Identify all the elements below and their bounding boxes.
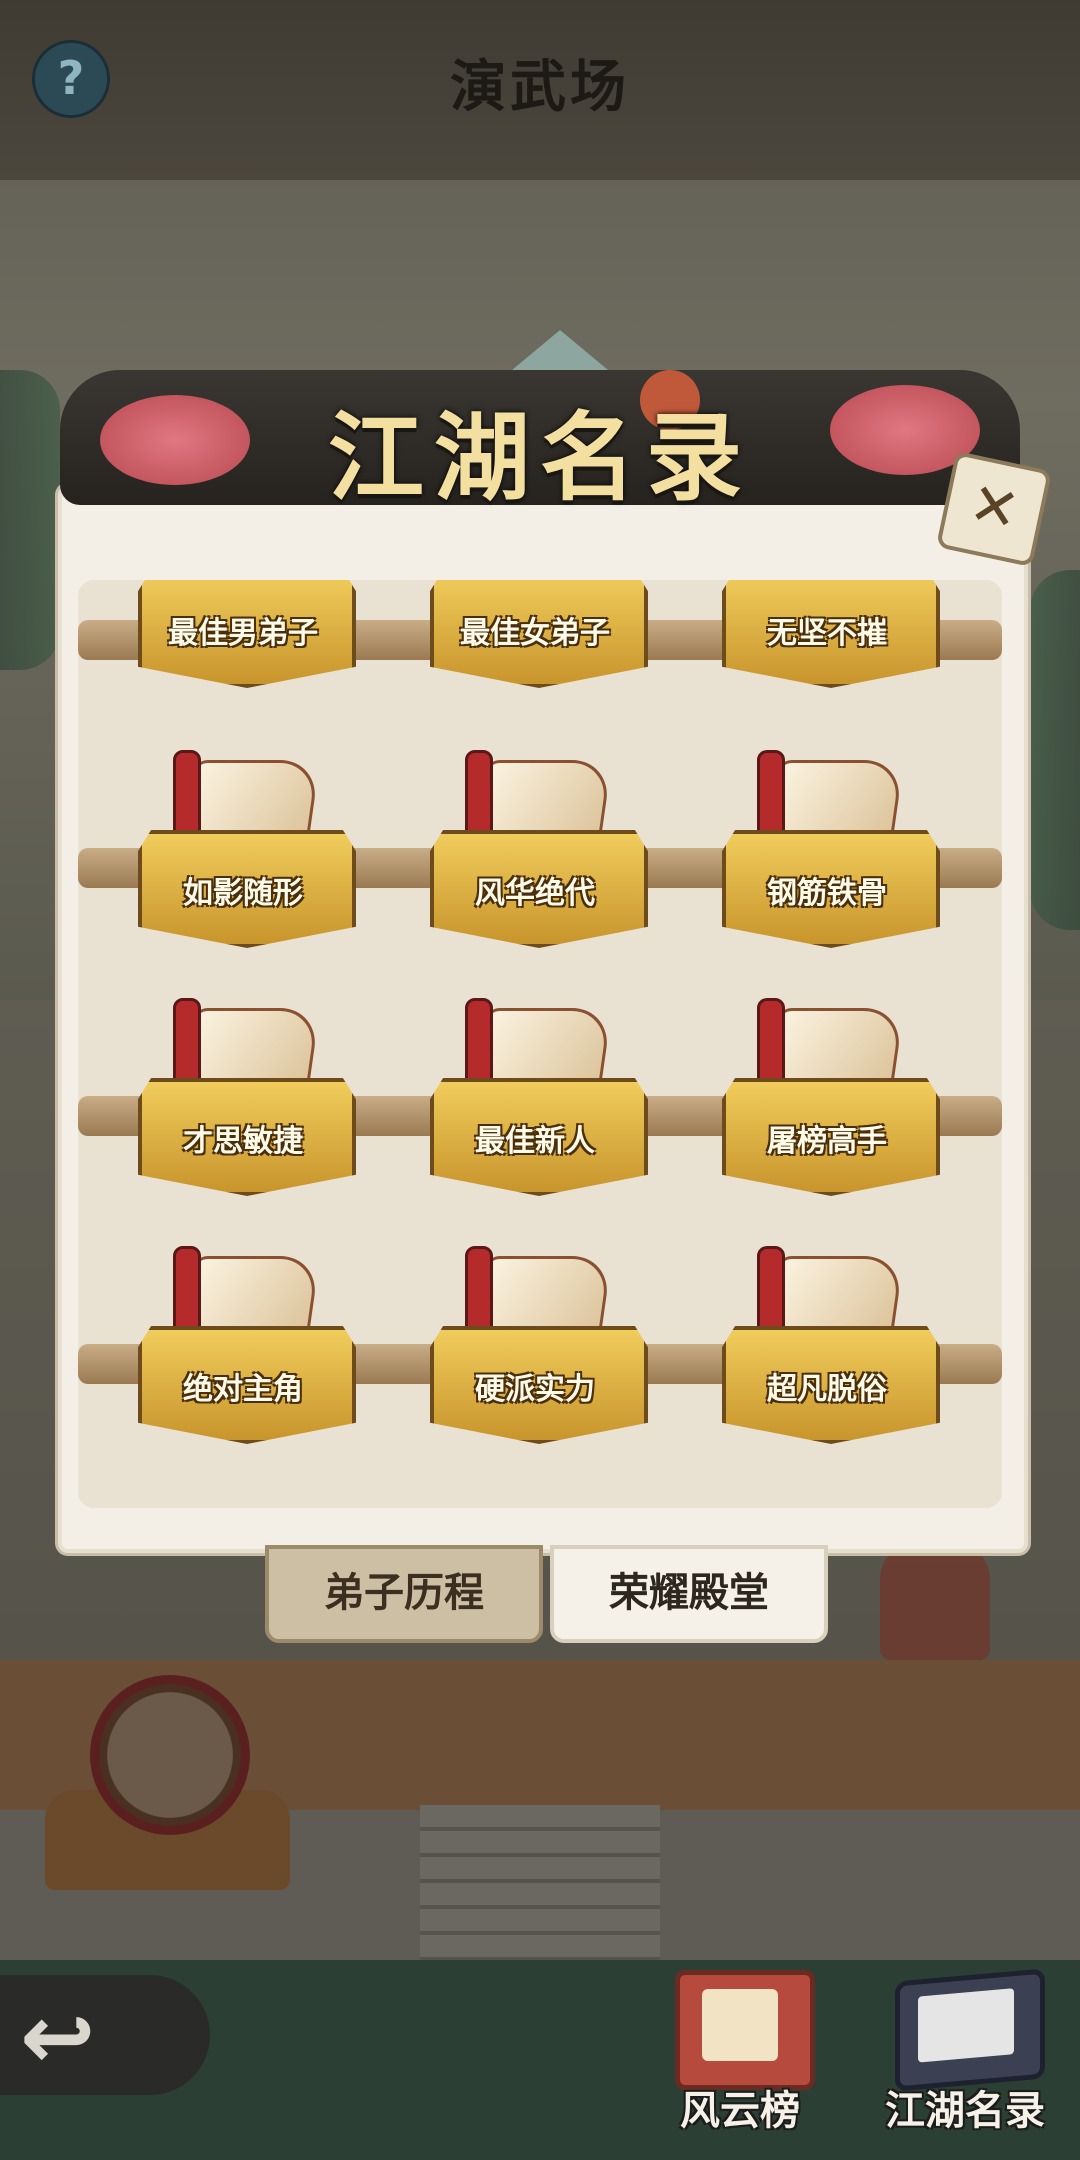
background-plant-right <box>1030 570 1080 930</box>
background-plant-left <box>0 370 60 670</box>
nav-jianghu-label: 江湖名录 <box>885 2087 1045 2134</box>
achievement-label: 才思敏捷 <box>183 1124 303 1159</box>
achievement-item[interactable]: 硬派实力 <box>430 1246 650 1476</box>
achievement-item[interactable]: 超凡脱俗 <box>722 1246 942 1476</box>
background-stairs <box>420 1805 660 1985</box>
achievement-item[interactable]: 如影随形 <box>138 750 358 980</box>
achievement-label: 无坚不摧 <box>767 616 887 651</box>
top-bar: ? 演武场 <box>0 0 1080 180</box>
tab-disciple-journey[interactable]: 弟子历程 <box>265 1545 543 1643</box>
back-button[interactable]: ↩ <box>0 1975 210 2095</box>
achievement-item[interactable]: 无坚不摧 <box>722 580 942 720</box>
book-icon <box>895 1968 1045 2092</box>
background-character <box>880 1540 990 1660</box>
achievement-item[interactable]: 才思敏捷 <box>138 998 358 1228</box>
achievement-label: 绝对主角 <box>183 1372 303 1407</box>
panel-title: 江湖名录 <box>328 401 752 514</box>
achievement-grid[interactable]: 最佳男弟子 最佳女弟子 无坚不摧 如影随形 风华绝代 钢筋铁骨 才思敏捷 最佳新… <box>78 580 1002 1508</box>
achievement-item[interactable]: 最佳新人 <box>430 998 650 1228</box>
tab-hall-of-honor[interactable]: 荣耀殿堂 <box>550 1545 828 1643</box>
achievement-label: 最佳新人 <box>475 1124 595 1159</box>
achievement-label: 超凡脱俗 <box>767 1372 887 1407</box>
achievement-label: 最佳女弟子 <box>460 616 610 651</box>
achievement-item[interactable]: 屠榜高手 <box>722 998 942 1228</box>
drum-icon <box>90 1675 250 1835</box>
back-arrow-icon: ↩ <box>20 1985 96 2090</box>
achievement-label: 风华绝代 <box>475 876 595 911</box>
nav-jianghu-button[interactable]: 江湖名录 <box>880 1960 1050 2150</box>
achievement-item[interactable]: 钢筋铁骨 <box>722 750 942 980</box>
panel-banner: 江湖名录 <box>60 330 1020 520</box>
achievement-label: 钢筋铁骨 <box>767 876 887 911</box>
nav-fengyun-label: 风云榜 <box>680 2087 800 2134</box>
achievement-item[interactable]: 绝对主角 <box>138 1246 358 1476</box>
close-button[interactable]: ✕ <box>935 450 1053 568</box>
achievement-label: 硬派实力 <box>475 1372 595 1407</box>
scroll-banner-icon <box>675 1970 815 2090</box>
achievement-item[interactable]: 最佳女弟子 <box>430 580 650 720</box>
nav-fengyun-button[interactable]: 风云榜 <box>655 1960 825 2150</box>
achievement-item[interactable]: 风华绝代 <box>430 750 650 980</box>
achievement-label: 最佳男弟子 <box>168 616 318 651</box>
achievement-label: 如影随形 <box>183 876 303 911</box>
achievement-label: 屠榜高手 <box>767 1124 887 1159</box>
achievement-item[interactable]: 最佳男弟子 <box>138 580 358 720</box>
scene-title: 演武场 <box>450 54 630 120</box>
